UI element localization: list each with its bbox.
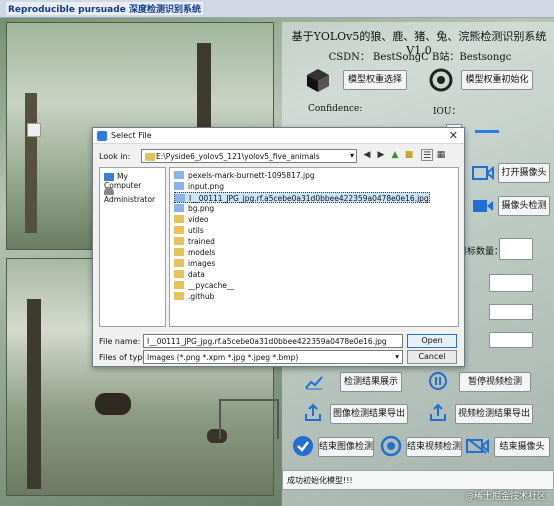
upload-icon [428,402,448,422]
list-item[interactable]: data [174,269,205,280]
back-icon[interactable]: ◀ [361,149,373,161]
watermark-text: @稀土掘金技术社区 [464,492,546,502]
list-item[interactable]: pexels-mark-burnett-1095817.jpg [174,170,315,181]
close-icon[interactable]: ✕ [449,129,458,142]
list-item-selected[interactable]: I__00111_JPG_jpg.rf.a5cebe0a31d0bbee4223… [174,192,430,203]
up-folder-icon[interactable]: ▲ [389,149,401,161]
file-type-value: Images (*.png *.xpm *.jpg *.jpeg *.bmp) [147,353,299,362]
file-name-field[interactable]: I__00111_JPG_jpg.rf.a5cebe0a31d0bbee4223… [143,334,403,348]
camera-off-icon [466,438,490,454]
pause-icon [428,371,448,391]
boar-silhouette [95,393,131,415]
iou-label: IOU： [433,107,461,117]
list-view-icon[interactable]: ☰ [421,149,433,161]
folder-icon [174,259,184,267]
list-item[interactable]: input.png [174,181,224,192]
app-title-bar: Reproducible pursuade 深度检测识别系统 [0,0,554,18]
end-camera-button[interactable]: 结束摄像头 [494,437,550,457]
confidence-label: Confidence: [308,104,363,114]
target-count-field [499,238,533,260]
end-video-detect-button[interactable]: 结束视频检测 [406,437,462,457]
export-image-results-button[interactable]: 图像检测结果导出 [330,404,408,424]
image-file-icon [175,194,185,202]
file-name-label: File name: [99,337,141,346]
detail-view-icon[interactable]: ▦ [435,149,447,161]
list-item[interactable]: bg.png [174,203,214,214]
status-bar: 成功初始化模型!!! [282,470,554,490]
dialog-title: Select File [111,131,152,140]
list-item[interactable]: models [174,247,215,258]
image-file-icon [174,182,184,190]
current-path: E:\Pyside6_yolov5_121\yolov5_five_animal… [156,152,320,161]
chart-icon [305,374,323,390]
folder-icon [174,248,184,256]
forward-icon[interactable]: ▶ [375,149,387,161]
list-item[interactable]: .github [174,291,214,302]
chevron-down-icon: ▾ [349,151,354,160]
init-weights-button[interactable]: 模型权重初始化 [461,70,533,90]
camera-detect-button[interactable]: 摄像头检测 [498,196,550,216]
upload-icon [303,402,323,422]
list-item[interactable]: images [174,258,215,269]
sign-post [27,123,41,137]
cube-icon [305,67,331,93]
iou-slider[interactable] [475,130,499,133]
folder-icon [174,292,184,300]
select-weights-button[interactable]: 模型权重选择 [343,70,407,90]
tree-trunk [27,299,41,489]
user-icon [104,187,114,195]
list-item[interactable]: trained [174,236,215,247]
sidebar-item-administrator[interactable]: Administrator [104,186,165,204]
stop-circle-icon [380,435,402,457]
status-text: 成功初始化模型!!! [287,476,353,485]
new-folder-icon[interactable]: ■ [403,149,415,161]
credits-text: CSDN： BestSongC B站：Bestsongc [328,52,512,63]
list-item[interactable]: video [174,214,209,225]
coord-field-2 [489,332,533,348]
gear-icon [428,67,454,93]
video-camera-icon [472,199,494,213]
feeder-stand [219,399,279,439]
look-in-label: Look in: [99,152,131,161]
computer-icon [104,173,114,181]
target-select-dropdown[interactable] [489,274,533,292]
folder-icon [174,270,184,278]
file-list: pexels-mark-burnett-1095817.jpg input.pn… [169,167,459,327]
tree-trunk [25,93,37,233]
check-circle-icon [292,435,314,457]
folder-icon [145,153,155,161]
folder-icon [174,215,184,223]
select-file-dialog: Select File ✕ Look in: E:\Pyside6_yolov5… [92,127,465,367]
file-type-select[interactable]: Images (*.png *.xpm *.jpg *.jpeg *.bmp) … [143,350,403,364]
folder-icon [174,281,184,289]
list-item[interactable]: utils [174,225,204,236]
folder-icon [174,237,184,245]
open-button[interactable]: Open [407,334,457,348]
places-sidebar: My Computer Administrator [99,167,166,327]
image-file-icon [174,204,184,212]
pause-video-button[interactable]: 暂停视频检测 [459,372,531,392]
app-icon [97,131,107,141]
app-logo: Reproducible pursuade 深度检测识别系统 [6,2,203,15]
coord-field-1 [489,304,533,320]
cancel-button[interactable]: Cancel [407,350,457,364]
chevron-down-icon: ▾ [395,352,399,361]
camera-icon [472,165,494,181]
open-camera-button[interactable]: 打开摄像头 [498,163,550,183]
look-in-combobox[interactable]: E:\Pyside6_yolov5_121\yolov5_five_animal… [141,149,357,163]
show-results-button[interactable]: 检测结果展示 [340,372,402,392]
export-video-results-button[interactable]: 视频检测结果导出 [455,404,533,424]
dialog-title-bar: Select File ✕ [93,128,464,144]
list-item[interactable]: __pycache__ [174,280,234,291]
folder-icon [174,226,184,234]
image-file-icon [174,171,184,179]
end-image-detect-button[interactable]: 结束图像检测 [318,437,374,457]
